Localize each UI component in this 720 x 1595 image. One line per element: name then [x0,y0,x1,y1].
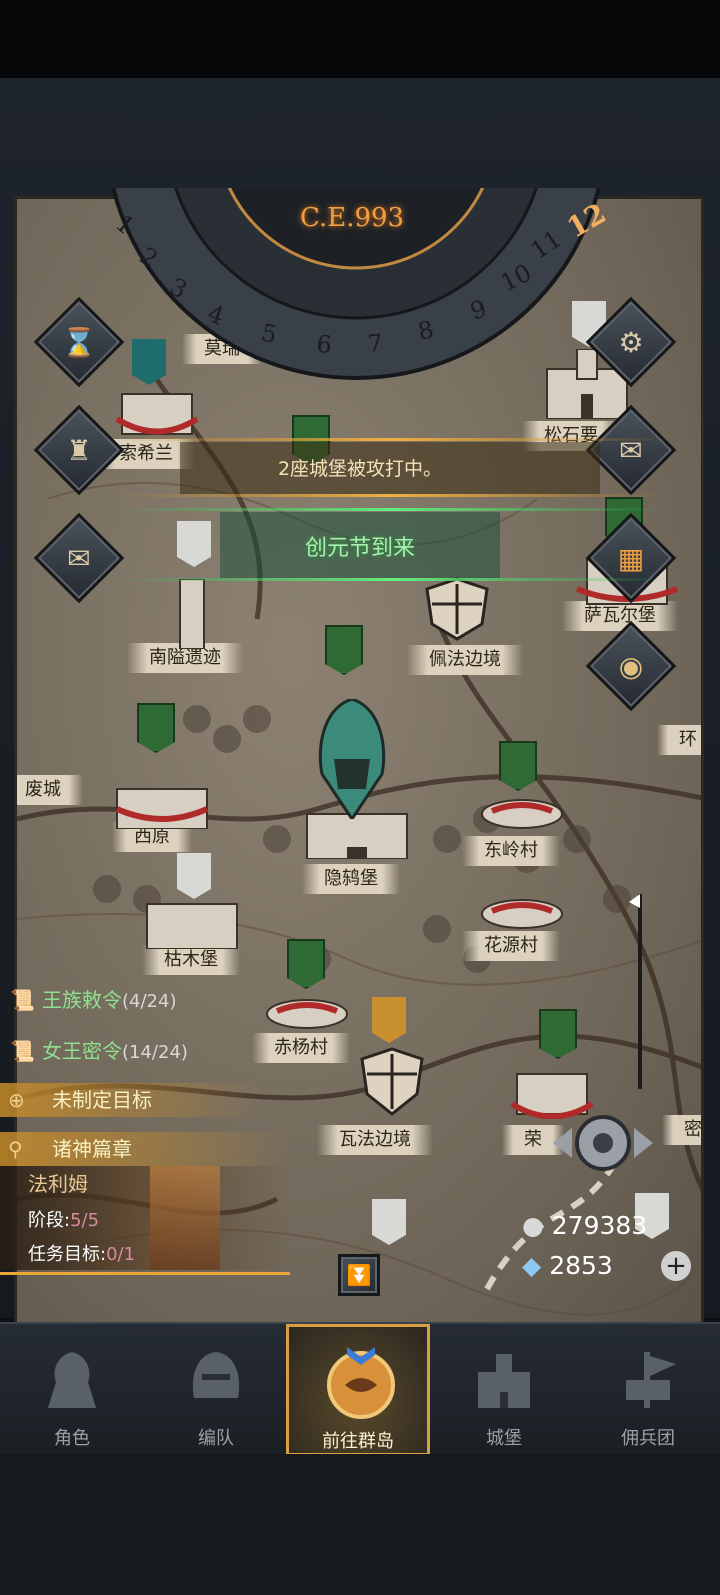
crosshair-icon [553,1115,653,1171]
queen-order-quest[interactable]: 📜 女王密令(14/24) [0,1034,188,1068]
calendar-year: C.E.993 [300,203,405,233]
tab-islands[interactable]: 前往群岛 [286,1324,430,1456]
festival-notice-text: 创元节到来 [304,536,415,561]
castle-kumu[interactable] [142,889,242,949]
siege-notice-banner[interactable]: 2座城堡被攻打中。 [0,438,720,498]
silver-resource: ● 279383 [522,1211,647,1240]
tab-label: 角色 [54,1428,90,1449]
helmet-icon [192,1352,240,1398]
scroll-icon: 📜 [10,1039,35,1063]
add-resource-button[interactable]: + [661,1251,691,1281]
flag-icon [626,1352,676,1408]
tab-label: 前往群岛 [322,1431,394,1452]
queen-order-count: (14/24) [122,1042,188,1063]
zoom-slider[interactable] [627,894,653,1094]
hero-stage-row: 阶段:5/5 [28,1206,99,1232]
hero-stage-label: 阶段: [28,1210,71,1231]
place-label-kumu: 枯木堡 [142,945,240,975]
place-label-peifa: 佩法边境 [407,645,523,675]
place-label-feicheng: 废城 [17,775,83,805]
tab-label: 佣兵团 [621,1428,675,1449]
place-label-wafa: 瓦法边境 [317,1125,433,1155]
compass-globe-icon [327,1347,395,1419]
place-label-huan: 环 [657,725,701,755]
tab-mercenary[interactable]: 佣兵团 [576,1324,720,1456]
goal-quest[interactable]: ⊕ 未制定目标 [0,1083,260,1117]
search-icon: ⚲ [8,1137,23,1161]
locate-button[interactable] [548,1108,658,1178]
crystal-resource: ◆ 2853 [522,1251,613,1280]
queen-order-label: 女王密令 [42,1039,122,1063]
crystal-icon: ◆ [522,1251,542,1280]
hero-task-panel[interactable]: 法利姆 阶段:5/5 任务目标:0/1 [0,1166,290,1306]
tab-castle[interactable]: 城堡 [432,1324,576,1456]
camp-xiyuan[interactable] [107,769,217,829]
hourglass-icon: ⌛ [61,325,97,359]
bottom-nav: 角色 编队 前往群岛 城堡 佣兵团 [0,1322,720,1456]
tab-label: 城堡 [486,1428,522,1449]
crystal-amount: 2853 [549,1251,613,1280]
castle-icon [478,1354,530,1408]
hero-target-value: 0/1 [106,1244,136,1265]
bottom-padding [0,1454,720,1595]
chevron-down-icon: ⏬ [346,1263,372,1287]
place-label-mi: 密 [662,1115,701,1145]
gods-chapter-label: 诸神篇章 [52,1137,132,1161]
tab-label: 编队 [198,1428,234,1449]
camp-chiyang[interactable] [262,989,352,1029]
battle-shield-wafa[interactable] [342,1044,442,1124]
gods-chapter-quest[interactable]: ⚲ 诸神篇章 [0,1132,290,1166]
silver-amount: 279383 [551,1211,648,1240]
goal-label: 未制定目标 [52,1088,152,1112]
festival-notice-banner[interactable]: 创元节到来 [0,508,720,584]
tower-nanyi[interactable] [172,579,212,649]
knight-icon [48,1352,96,1408]
siege-notice-text: 2座城堡被攻打中。 [277,458,443,480]
silver-coin-icon: ● [522,1211,544,1240]
tab-character[interactable]: 角色 [0,1324,144,1456]
calendar-day-7: 7 [366,329,383,358]
hero-portrait [150,1166,220,1270]
player-army-helmet[interactable] [312,699,392,819]
camp-dongling[interactable] [477,789,567,829]
collapse-button[interactable]: ⏬ [338,1254,380,1296]
royal-decree-count: (4/24) [122,991,177,1012]
hero-stage-value: 5/5 [70,1210,100,1231]
place-label-dongling: 东岭村 [462,836,560,866]
scroll-icon: 📜 [10,988,35,1012]
royal-decree-quest[interactable]: 📜 王族敕令(4/24) [0,983,176,1017]
coin-icon: ◉ [618,649,644,683]
place-label-chiyang: 赤杨村 [252,1033,350,1063]
place-label-huayuan: 花源村 [462,931,560,961]
hero-panel-underline [0,1272,290,1275]
camp-huayuan[interactable] [477,889,567,929]
place-label-yinhu: 隐鸫堡 [302,864,400,894]
hero-name: 法利姆 [28,1172,88,1196]
hero-target-row: 任务目标:0/1 [28,1240,135,1266]
plus-icon: + [665,1251,687,1281]
royal-decree-label: 王族敕令 [42,988,122,1012]
target-icon: ⊕ [8,1088,25,1112]
tab-formation[interactable]: 编队 [144,1324,288,1456]
hero-target-label: 任务目标: [28,1244,107,1265]
calendar-day-6: 6 [316,330,333,359]
gear-icon: ⚙ [618,325,644,359]
battle-shield-peifa[interactable] [402,574,512,644]
status-bar-area [0,0,720,78]
